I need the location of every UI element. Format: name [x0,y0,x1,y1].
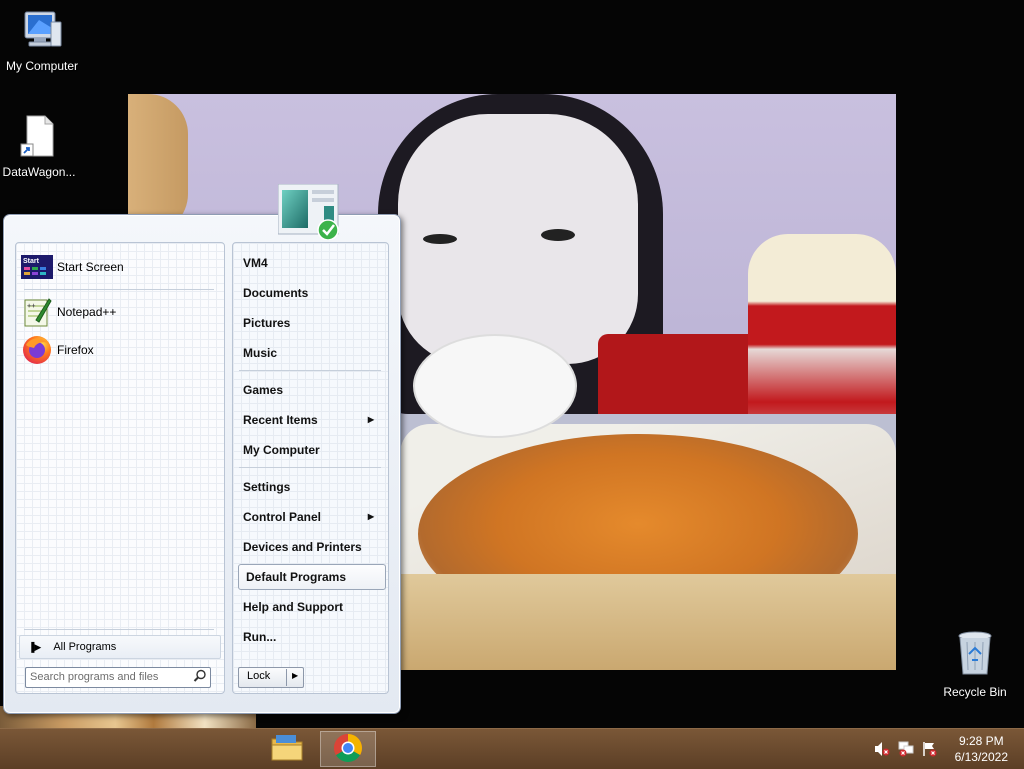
lock-label: Lock [247,670,271,682]
search-input[interactable] [26,668,190,685]
menu-item-label: My Computer [243,443,320,457]
menu-item-label: Devices and Printers [243,540,362,554]
submenu-arrow-icon: ▶ [367,512,374,521]
desktop-icon-label: Recycle Bin [943,685,1007,699]
menu-item-label: Settings [243,480,291,494]
start-menu-places-pane: VM4 Documents Pictures Music Games Recen… [232,242,389,694]
recycle-bin-icon [933,630,1017,681]
search-icon[interactable] [193,669,207,686]
user-picture[interactable] [277,183,340,241]
program-notepadpp[interactable]: ++ Notepad++ [21,296,217,328]
program-label: Notepad++ [57,305,117,319]
menu-item-label: VM4 [243,256,268,270]
separator [24,629,214,630]
program-label: Start Screen [57,260,124,274]
menu-item-label: Help and Support [243,600,343,614]
menu-item-label: Control Panel [243,510,322,524]
clock-time: 9:28 PM [958,734,1004,748]
desktop-icon-label: My Computer [5,59,79,73]
menu-item-devices-and-printers[interactable]: Devices and Printers [236,534,382,560]
program-label: Firefox [57,343,94,357]
menu-item-control-panel[interactable]: Control Panel ▶ [236,504,382,530]
start-screen-icon: Start [21,251,53,283]
menu-item-my-computer[interactable]: My Computer [236,437,382,463]
button-divider [286,669,287,686]
taskbar: 9:28 PM 6/13/2022 [0,728,1024,769]
volume-muted-icon[interactable] [874,741,890,757]
computer-icon [0,8,84,55]
menu-item-pictures[interactable]: Pictures [236,310,382,336]
menu-item-music[interactable]: Music [236,340,382,366]
separator [239,467,381,468]
menu-item-run[interactable]: Run... [236,624,382,650]
taskbar-chrome[interactable] [320,731,376,767]
search-box[interactable] [25,667,211,688]
menu-item-default-programs[interactable]: Default Programs [238,564,386,590]
expand-arrow-icon: ▐▶ [28,641,42,652]
program-start-screen[interactable]: Start Start Screen [21,251,217,283]
program-firefox[interactable]: Firefox [21,334,217,366]
clock-date: 6/13/2022 [954,750,1008,764]
chrome-icon [333,733,363,766]
menu-item-label: Default Programs [246,570,347,584]
submenu-arrow-icon: ▶ [367,415,374,424]
start-screen-icon-text: Start [23,258,40,265]
lock-button[interactable]: Lock ▶ [238,667,304,688]
menu-item-label: Pictures [243,316,291,330]
desktop-icon-my-computer[interactable]: My Computer [0,8,84,73]
network-error-icon[interactable] [898,741,914,757]
file-shortcut-icon [0,114,81,161]
action-center-flag-icon[interactable] [922,741,938,757]
firefox-icon [21,334,53,366]
menu-item-label: Documents [243,286,309,300]
svg-text:++: ++ [27,302,35,310]
desktop-icon-label: DataWagon... [2,165,76,179]
desktop-icon-datawagon[interactable]: DataWagon... [0,114,81,179]
clock[interactable]: 9:28 PM 6/13/2022 [955,733,1008,765]
all-programs-button[interactable]: ▐▶ All Programs [19,635,221,659]
notepadpp-icon: ++ [21,296,53,328]
separator [24,289,214,290]
menu-item-label: Games [243,383,284,397]
taskbar-file-explorer[interactable] [259,731,315,767]
menu-item-label: Music [243,346,278,360]
menu-item-documents[interactable]: Documents [236,280,382,306]
menu-item-settings[interactable]: Settings [236,474,382,500]
all-programs-label: All Programs [53,641,117,653]
menu-item-label: Recent Items [243,413,318,427]
start-menu-programs-pane: Start Start Screen ++ Notepad++ Firefox … [15,242,225,694]
menu-item-label: Run... [243,630,277,644]
menu-item-help-and-support[interactable]: Help and Support [236,594,382,620]
separator [239,370,381,371]
power-options-arrow-icon[interactable]: ▶ [292,671,298,680]
desktop-icon-recycle-bin[interactable]: Recycle Bin [933,630,1017,699]
folder-icon [270,733,304,766]
menu-item-recent-items[interactable]: Recent Items ▶ [236,407,382,433]
start-menu: Start Start Screen ++ Notepad++ Firefox … [3,214,401,714]
menu-item-vm4[interactable]: VM4 [236,250,382,276]
menu-item-games[interactable]: Games [236,377,382,403]
